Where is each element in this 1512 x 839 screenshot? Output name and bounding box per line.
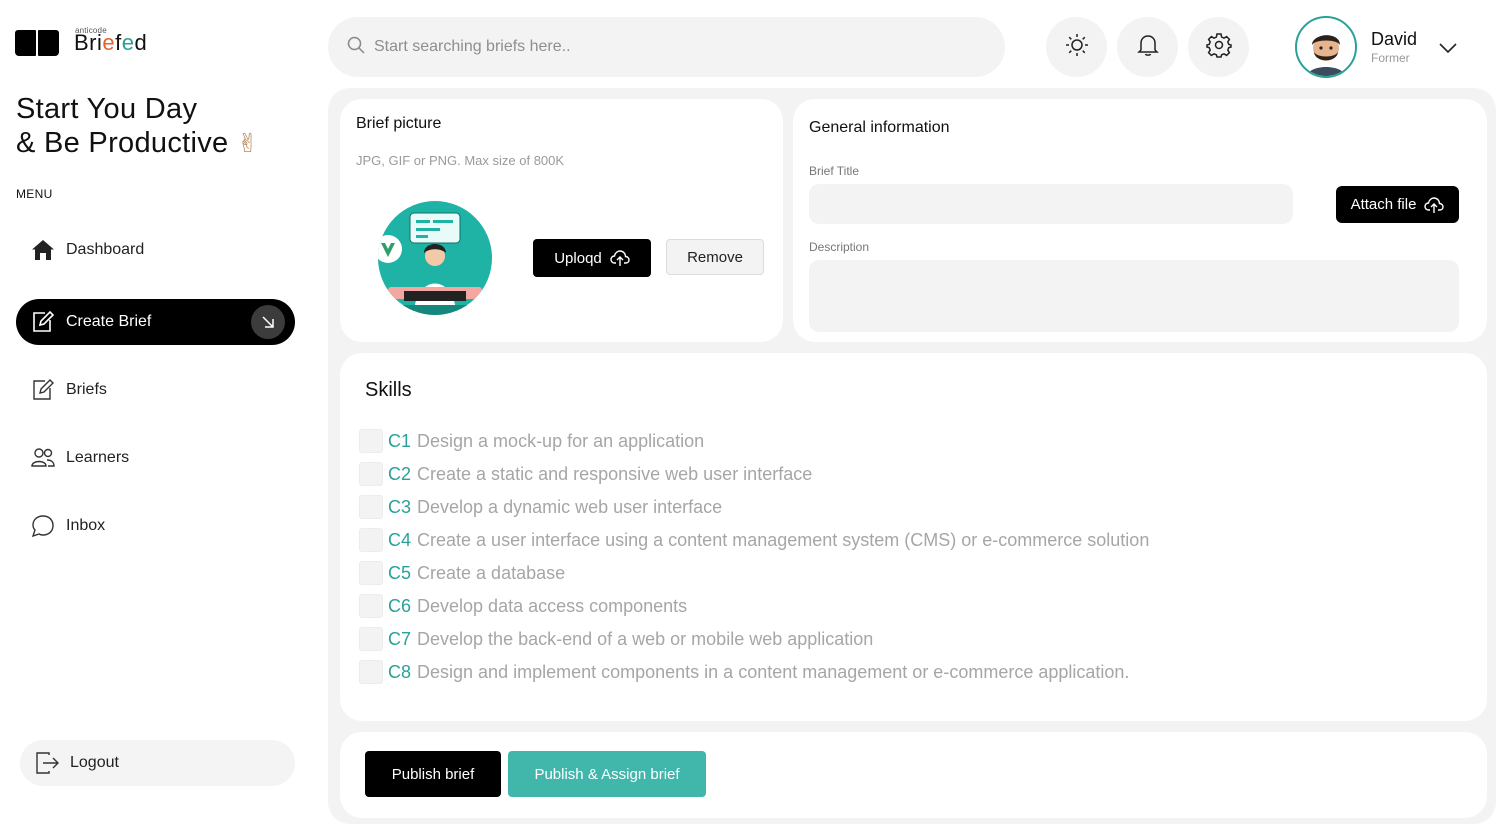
user-role: Former [1371,51,1410,65]
skill-text: Develop a dynamic web user interface [417,496,723,517]
skill-checkbox[interactable] [359,429,383,453]
skill-item-c5[interactable]: C5 Create a database [359,561,565,585]
skill-text: Design a mock-up for an application [417,430,705,451]
skill-checkbox[interactable] [359,561,383,585]
skill-item-c4[interactable]: C4 Create a user interface using a conte… [359,528,1149,552]
publish-assign-brief-button[interactable]: Publish & Assign brief [508,751,706,797]
skill-text: Create a database [417,562,566,583]
sidebar-item-label: Dashboard [66,241,145,258]
brand-small-text: anticode [75,26,107,35]
skill-item-c2[interactable]: C2 Create a static and responsive web us… [359,462,812,486]
skill-code: C1 [388,430,412,451]
upload-button[interactable]: Uploqd [533,239,651,277]
skill-code: C6 [388,595,412,616]
brief-title-input[interactable] [809,184,1293,224]
skill-checkbox[interactable] [359,462,383,486]
general-information-title: General information [809,119,950,136]
greeting-line-2: & Be Productive ✌ [16,127,259,159]
skill-text: Create a user interface using a content … [417,529,1150,550]
logout-button[interactable]: Logout [20,740,295,786]
brief-picture-title: Brief picture [356,115,442,132]
bell-icon [1135,32,1161,63]
skill-checkbox[interactable] [359,528,383,552]
brief-picture-image [378,201,492,315]
sidebar-item-dashboard[interactable]: Dashboard [16,227,295,273]
gear-icon [1205,32,1232,63]
skill-text: Create a static and responsive web user … [417,463,813,484]
description-textarea[interactable] [809,260,1459,332]
notifications-button[interactable] [1117,17,1178,77]
user-name: David [1371,29,1418,49]
search-icon [346,35,366,60]
menu-label: MENU [16,187,53,201]
users-icon [30,445,56,471]
sidebar-item-label: Learners [66,449,130,466]
attach-file-button[interactable]: Attach file [1336,186,1459,223]
skill-code: C8 [388,661,412,682]
attach-file-label: Attach file [1350,196,1417,213]
sidebar-item-create-brief[interactable]: Create Brief [16,299,295,345]
sidebar-item-label: Briefs [66,381,107,398]
skills-title: Skills [365,379,412,401]
skill-code: C2 [388,463,412,484]
theme-toggle-button[interactable] [1046,17,1107,77]
description-label: Description [809,240,870,254]
arrow-down-right-icon [251,305,285,339]
book-logo-icon [15,30,59,62]
skill-text: Develop the back-end of a web or mobile … [417,628,874,649]
skill-item-c8[interactable]: C8 Design and implement components in a … [359,660,1129,684]
sun-icon [1064,32,1090,63]
logout-label: Logout [70,754,119,771]
greeting-heading: Start You Day & Be Productive ✌ [16,92,259,160]
search-input[interactable] [374,38,974,56]
cloud-upload-icon [610,249,630,267]
skill-checkbox[interactable] [359,627,383,651]
chevron-down-icon[interactable] [1438,38,1458,63]
brand-logo[interactable]: anticode Briefed [15,26,147,62]
skill-code: C7 [388,628,412,649]
skill-checkbox[interactable] [359,660,383,684]
edit-icon [30,309,56,335]
skill-item-c1[interactable]: C1 Design a mock-up for an application [359,429,704,453]
sidebar-item-label: Create Brief [66,313,152,330]
sidebar-item-label: Inbox [66,517,106,534]
skill-text: Develop data access components [417,595,688,616]
brief-title-label: Brief Title [809,164,860,178]
skill-code: C5 [388,562,412,583]
skill-code: C3 [388,496,412,517]
skill-checkbox[interactable] [359,594,383,618]
remove-button[interactable]: Remove [666,239,764,275]
skill-item-c3[interactable]: C3 Develop a dynamic web user interface [359,495,722,519]
sidebar-item-briefs[interactable]: Briefs [16,367,295,413]
home-icon [30,237,56,263]
upload-label: Uploqd [554,249,602,267]
cloud-upload-icon [1424,196,1445,214]
sidebar-item-inbox[interactable]: Inbox [16,503,295,549]
skill-item-c7[interactable]: C7 Develop the back-end of a web or mobi… [359,627,873,651]
skill-item-c6[interactable]: C6 Develop data access components [359,594,687,618]
avatar[interactable] [1295,16,1357,78]
skill-code: C4 [388,529,412,550]
brief-picture-hint: JPG, GIF or PNG. Max size of 800K [356,153,565,168]
publish-brief-button[interactable]: Publish brief [365,751,501,797]
search-bar[interactable] [328,17,1005,77]
skill-checkbox[interactable] [359,495,383,519]
skill-text: Design and implement components in a con… [417,661,1130,682]
chat-icon [30,513,56,539]
logout-icon [34,750,60,776]
greeting-line-1: Start You Day [16,93,198,125]
settings-button[interactable] [1188,17,1249,77]
edit-icon [30,377,56,403]
sidebar-item-learners[interactable]: Learners [16,435,295,481]
peace-hand-icon: ✌ [236,128,259,158]
